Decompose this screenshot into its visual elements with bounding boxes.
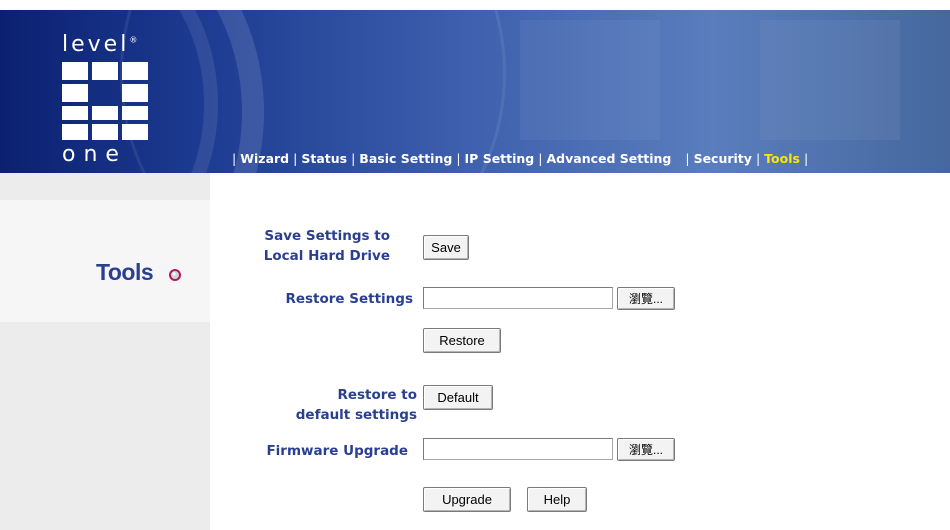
bullet-dot-icon: [169, 269, 181, 281]
banner-decoration: [520, 20, 660, 140]
nav-item-tools[interactable]: Tools: [764, 151, 800, 166]
restore-browse-button[interactable]: 瀏覽...: [617, 287, 675, 310]
logo-grid-icon: [62, 62, 148, 140]
nav-item-ip-setting[interactable]: IP Setting: [465, 151, 535, 166]
sidebar: [0, 173, 210, 530]
nav-item-security[interactable]: Security: [694, 151, 752, 166]
firmware-file-input[interactable]: [423, 438, 613, 460]
save-button[interactable]: Save: [423, 235, 469, 260]
upgrade-button[interactable]: Upgrade: [423, 487, 511, 512]
restore-file-input[interactable]: [423, 287, 613, 309]
logo-text-top: level®: [62, 32, 138, 57]
save-settings-label: Save Settings to Local Hard Drive: [263, 228, 390, 264]
header-banner: level® one | Wizard | Status | Basic Set…: [0, 10, 950, 173]
top-nav: | Wizard | Status | Basic Setting | IP S…: [232, 150, 809, 166]
firmware-upgrade-label: Firmware Upgrade: [266, 443, 408, 459]
nav-item-basic-setting[interactable]: Basic Setting: [359, 151, 452, 166]
banner-decoration: [760, 20, 900, 140]
default-button[interactable]: Default: [423, 385, 493, 410]
logo-text-bottom: one: [62, 142, 127, 167]
page-title: Tools: [96, 259, 154, 285]
levelone-logo: level® one: [62, 32, 172, 172]
restore-button[interactable]: Restore: [423, 328, 501, 353]
restore-default-label: Restore to default settings: [295, 387, 417, 423]
firmware-browse-button[interactable]: 瀏覽...: [617, 438, 675, 461]
nav-item-status[interactable]: Status: [301, 151, 347, 166]
help-button[interactable]: Help: [527, 487, 587, 512]
restore-settings-label: Restore Settings: [285, 291, 413, 307]
nav-item-advanced-setting[interactable]: Advanced Setting: [546, 151, 671, 166]
nav-item-wizard[interactable]: Wizard: [240, 151, 289, 166]
